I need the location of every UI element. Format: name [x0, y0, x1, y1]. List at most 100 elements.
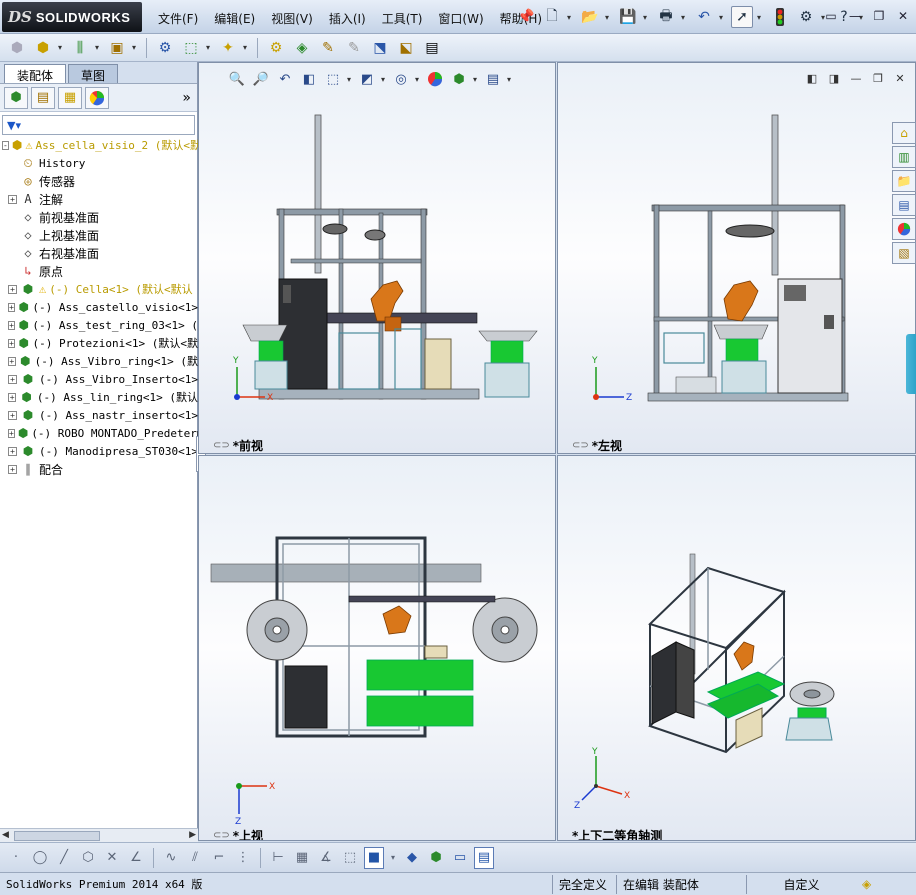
expand-icon[interactable]: +	[8, 338, 16, 348]
tree-item[interactable]: + ⬢ (-) Ass_castello_visio<1>	[0, 298, 198, 316]
close-icon[interactable]: ✕	[894, 8, 912, 24]
insert-component-icon[interactable]: ⬢	[32, 37, 54, 59]
expand-icon[interactable]: +	[8, 428, 15, 438]
menu-insert[interactable]: 插入(I)	[321, 8, 374, 29]
show-caret-icon[interactable]: ▾	[243, 43, 250, 52]
feature-manager-icon[interactable]: ⬢	[4, 86, 28, 109]
apply-scene-icon[interactable]: ⬢	[449, 69, 469, 89]
display-manager-icon[interactable]	[85, 86, 109, 109]
new-caret-icon[interactable]: ▾	[567, 13, 575, 22]
smart-fasteners-icon[interactable]: ⚙	[154, 37, 176, 59]
home-icon[interactable]: ⌂	[892, 122, 916, 144]
tree-root-item[interactable]: - ⬢ ⚠ Ass_cella_visio_2 (默认<默	[0, 136, 198, 154]
window-layout-icon[interactable]: ▤	[474, 846, 494, 869]
viewport-close-icon[interactable]: ✕	[893, 71, 907, 85]
maximize-icon[interactable]: ❐	[870, 8, 888, 24]
expand-icon[interactable]: +	[8, 356, 16, 366]
tree-item[interactable]: + ⬢ (-) Ass_Vibro_Inserto<1>	[0, 370, 198, 388]
viewport-restore-icon[interactable]: ❐	[871, 71, 885, 85]
hide-caret-icon[interactable]: ▾	[415, 75, 421, 84]
more-tabs-icon[interactable]: »	[182, 90, 191, 106]
design-library-icon[interactable]: ▥	[892, 146, 916, 168]
style-caret-icon[interactable]: ▾	[381, 75, 387, 84]
undo-caret-icon[interactable]: ▾	[719, 13, 727, 22]
viewport-isometric[interactable]: Y X Z *上下二等角轴测	[557, 455, 916, 841]
iso-view-model[interactable]: Y X Z	[558, 456, 888, 841]
section-view-icon[interactable]: ◧	[299, 69, 319, 89]
help-status-icon[interactable]: ◈	[856, 875, 877, 894]
zoom-to-fit-icon[interactable]: 🔍	[227, 69, 247, 89]
tile-left-icon[interactable]: ◧	[805, 71, 819, 85]
expand-icon[interactable]: +	[8, 446, 17, 456]
select-caret-icon[interactable]: ▾	[757, 13, 765, 22]
pin-icon[interactable]: 📌	[515, 6, 537, 28]
tree-item[interactable]: + A 注解	[0, 190, 198, 208]
corner-rect-icon[interactable]: ⌐	[209, 847, 229, 869]
link-views-icon[interactable]: ⊂⊃	[572, 440, 589, 451]
filter-icon[interactable]: ▼▾	[7, 119, 21, 132]
explode-line-sketch-icon[interactable]: ⬕	[395, 37, 417, 59]
assembly-icon-2[interactable]: ⬢	[426, 847, 446, 869]
property-manager-icon[interactable]: ▤	[31, 86, 55, 109]
collapse-icon[interactable]: -	[2, 140, 9, 150]
tree-item[interactable]: ◇ 前视基准面	[0, 208, 198, 226]
assembly-features-icon[interactable]: ⚙	[265, 37, 287, 59]
link-views-icon[interactable]: ⊂⊃	[213, 440, 230, 451]
viewport-left[interactable]: ◧ ◨ — ❐ ✕ Y Z ⊂⊃ *左视	[557, 62, 916, 454]
link-views-icon[interactable]: ⊂⊃	[213, 830, 230, 840]
trim-icon[interactable]: ✕	[102, 847, 122, 869]
units-status[interactable]: 自定义	[746, 874, 856, 894]
tree-item[interactable]: ◎ 传感器	[0, 172, 198, 190]
display-caret-icon[interactable]: ▾	[388, 847, 398, 869]
scroll-left-icon[interactable]: ◀	[2, 830, 9, 840]
tree-item[interactable]: + ∥ 配合	[0, 460, 198, 478]
open-caret-icon[interactable]: ▾	[605, 13, 613, 22]
component-pattern-icon[interactable]: ▣	[106, 37, 128, 59]
print-caret-icon[interactable]: ▾	[681, 13, 689, 22]
open-icon[interactable]: 📂	[579, 6, 601, 28]
tree-item[interactable]: + ⬢ (-) Protezioni<1> (默认<默	[0, 334, 198, 352]
display-style-icon[interactable]: ◩	[357, 69, 377, 89]
left-view-model[interactable]: Y Z	[558, 63, 888, 454]
options-icon[interactable]: ⚙	[795, 6, 817, 28]
mate-caret-icon[interactable]: ▾	[95, 43, 102, 52]
new-motion-study-icon[interactable]: ✎	[317, 37, 339, 59]
tree-item[interactable]: ⏲ History	[0, 154, 198, 172]
orientation-caret-icon[interactable]: ▾	[347, 75, 353, 84]
expand-icon[interactable]: +	[8, 284, 17, 294]
edit-appearance-icon[interactable]	[425, 69, 445, 89]
point-icon[interactable]: ·	[6, 847, 26, 869]
expand-icon[interactable]: +	[8, 410, 17, 420]
insert-caret-icon[interactable]: ▾	[58, 43, 65, 52]
save-icon[interactable]: 💾	[617, 6, 639, 28]
select-icon[interactable]: ➚	[731, 6, 753, 28]
tree-item[interactable]: + ⬢ (-) Ass_Vibro_ring<1> (默	[0, 352, 198, 370]
previous-view-icon[interactable]: ↶	[275, 69, 295, 89]
view-palette-icon[interactable]: ▤	[892, 194, 916, 216]
expand-icon[interactable]: +	[8, 320, 15, 330]
layout-icon[interactable]: ▭	[450, 847, 470, 869]
spline-icon[interactable]: ∿	[161, 847, 181, 869]
tree-item[interactable]: + ⬢ (-) ROBO MONTADO_Predeterm	[0, 424, 198, 442]
tree-item[interactable]: + ⬢ (-) Ass_lin_ring<1> (默认	[0, 388, 198, 406]
tile-right-icon[interactable]: ◨	[827, 71, 841, 85]
scroll-thumb[interactable]	[14, 831, 100, 841]
tree-item[interactable]: + ⬢ (-) Manodipresa_ST030<1>	[0, 442, 198, 460]
grid-icon[interactable]: ▦	[292, 847, 312, 869]
save-caret-icon[interactable]: ▾	[643, 13, 651, 22]
restore-small-icon[interactable]: ▭	[822, 8, 840, 24]
exploded-view-icon[interactable]: ⬔	[369, 37, 391, 59]
file-explorer-icon[interactable]: 📁	[892, 170, 916, 192]
angle-icon[interactable]: ∡	[316, 847, 336, 869]
hide-show-items-icon[interactable]: ◎	[391, 69, 411, 89]
task-pane-handle[interactable]	[906, 334, 916, 394]
circle-icon[interactable]: ◯	[30, 847, 50, 869]
menu-edit[interactable]: 编辑(E)	[206, 8, 263, 29]
front-view-model[interactable]: Y X	[199, 63, 556, 454]
cube-icon[interactable]: ⬚	[340, 847, 360, 869]
tree-item[interactable]: + ⬢ (-) Ass_nastr_inserto<1>	[0, 406, 198, 424]
print-icon[interactable]: 🖶	[655, 6, 677, 28]
scroll-right-icon[interactable]: ▶	[189, 830, 196, 840]
view-cube-icon[interactable]: ◆	[402, 847, 422, 869]
move-component-icon[interactable]: ⬚	[180, 37, 202, 59]
